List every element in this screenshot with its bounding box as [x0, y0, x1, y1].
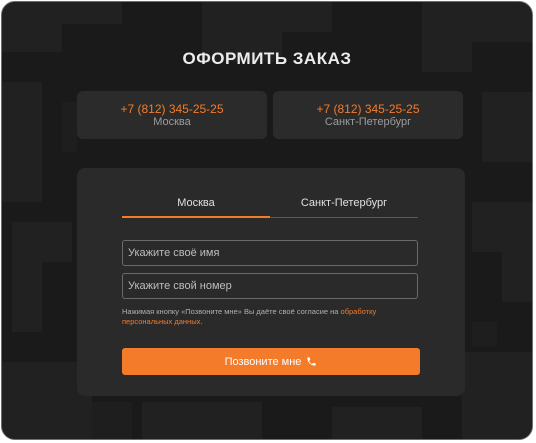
contact-card-moscow: +7 (812) 345-25-25 Москва: [77, 91, 267, 139]
tab-moscow-underline: [122, 216, 270, 218]
consent-note: Нажимая кнопку «Позвоните мне» Вы даёте …: [122, 307, 418, 326]
contact-phone-moscow[interactable]: +7 (812) 345-25-25: [77, 102, 267, 116]
callback-form: Москва Санкт-Петербург Нажимая кнопку «П…: [77, 168, 465, 396]
tab-moscow[interactable]: Москва: [122, 197, 270, 209]
modal-title: ОФОРМИТЬ ЗАКАЗ: [182, 49, 352, 68]
consent-end: .: [200, 316, 203, 326]
consent-text: Нажимая кнопку «Позвоните мне» Вы даёте …: [122, 307, 341, 316]
call-me-button[interactable]: Позвоните мне: [122, 348, 420, 375]
contact-city-spb: Санкт-Петербург: [324, 116, 412, 128]
contact-city-moscow: Москва: [153, 116, 191, 128]
name-input[interactable]: [122, 240, 418, 266]
order-modal: ОФОРМИТЬ ЗАКАЗ +7 (812) 345-25-25 Москва…: [1, 1, 533, 440]
call-me-button-label: Позвоните мне: [224, 355, 302, 368]
contact-phone-spb[interactable]: +7 (812) 345-25-25: [273, 102, 463, 116]
tab-spb-underline: [270, 217, 418, 218]
contact-card-spb: +7 (812) 345-25-25 Санкт-Петербург: [273, 91, 463, 139]
tab-spb[interactable]: Санкт-Петербург: [270, 197, 418, 209]
phone-icon: [307, 357, 317, 366]
phone-input[interactable]: [122, 273, 418, 299]
